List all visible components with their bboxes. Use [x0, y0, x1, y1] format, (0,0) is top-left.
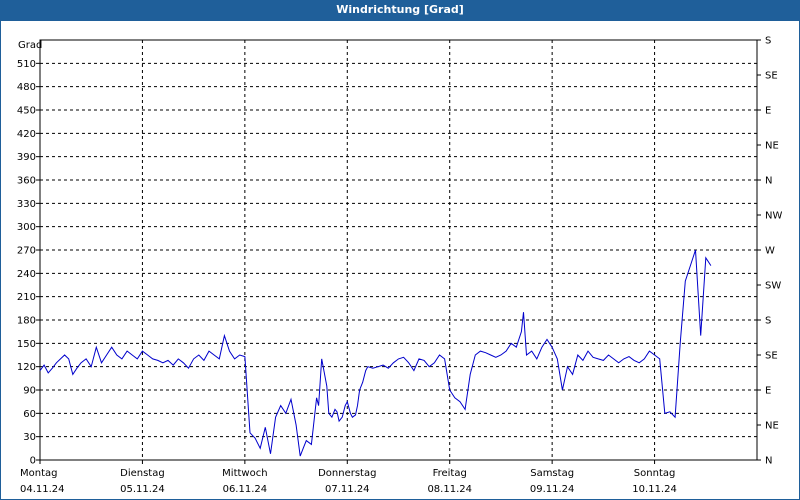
x-tick-day: Mittwoch [222, 468, 267, 479]
y-tick-label: 450 [17, 106, 36, 117]
y-tick-label: 420 [17, 129, 36, 140]
x-tick-day: Dienstag [120, 468, 165, 479]
y2-tick-label: W [765, 246, 775, 257]
y-tick-label: 300 [17, 222, 36, 233]
x-tick-day: Montag [20, 468, 57, 479]
x-tick-date: 05.11.24 [120, 484, 165, 495]
y-axis-label: Grad [18, 40, 42, 51]
y2-tick-label: N [765, 176, 772, 187]
y-tick-label: 240 [17, 269, 36, 280]
y-tick-label: 390 [17, 152, 36, 163]
y-tick-label: 30 [23, 432, 36, 443]
y-tick-label: 480 [17, 82, 36, 93]
y2-tick-label: SE [765, 71, 778, 82]
series-line [39, 249, 712, 457]
y-tick-label: 330 [17, 199, 36, 210]
y2-tick-label: SE [765, 351, 778, 362]
y2-tick-label: E [765, 386, 771, 397]
x-tick-day: Samstag [530, 468, 574, 479]
chart-svg: 0 30 60 90 120 150 180 210 240 270 300 330 360 390 420… [17, 36, 783, 496]
x-axis: Montag 04.11.24 Dienstag 05.11.24 Mittwoch 06… [20, 460, 677, 495]
x-tick-date: 09.11.24 [530, 484, 575, 495]
y2-tick-label: NW [765, 211, 782, 222]
y2-tick-label: S [765, 36, 771, 47]
y-tick-label: 270 [17, 246, 36, 257]
grid-lines [40, 40, 757, 460]
y-tick-label: 210 [17, 292, 36, 303]
x-tick-date: 08.11.24 [427, 484, 472, 495]
x-tick-date: 06.11.24 [223, 484, 268, 495]
x-tick-day: Sonntag [634, 468, 676, 479]
x-tick-day: Donnerstag [318, 468, 376, 479]
y2-tick-label: S [765, 316, 771, 327]
x-tick-date: 07.11.24 [325, 484, 370, 495]
plot-area-border [39, 39, 758, 461]
y-tick-label: 150 [17, 339, 36, 350]
y-tick-label: 360 [17, 176, 36, 187]
y2-tick-label: N [765, 456, 772, 467]
y-tick-label: 120 [17, 362, 36, 373]
y-tick-label: 180 [17, 316, 36, 327]
y-tick-label: 0 [30, 456, 36, 467]
y2-tick-label: SW [765, 281, 781, 292]
y-tick-label: 60 [23, 409, 36, 420]
x-tick-day: Freitag [433, 468, 467, 479]
y2-tick-label: NE [765, 421, 779, 432]
y-axis-left: 0 30 60 90 120 150 180 210 240 270 300 330 360 390 420… [17, 59, 40, 467]
x-tick-date: 04.11.24 [20, 484, 65, 495]
y-tick-label: 510 [17, 59, 36, 70]
y-axis-right: N NE E SE S SW W NW N NE E SE S [757, 36, 782, 467]
series-group [39, 249, 712, 457]
y2-tick-label: E [765, 106, 771, 117]
y-tick-label: 90 [23, 386, 36, 397]
x-tick-date: 10.11.24 [632, 484, 677, 495]
y2-tick-label: NE [765, 141, 779, 152]
